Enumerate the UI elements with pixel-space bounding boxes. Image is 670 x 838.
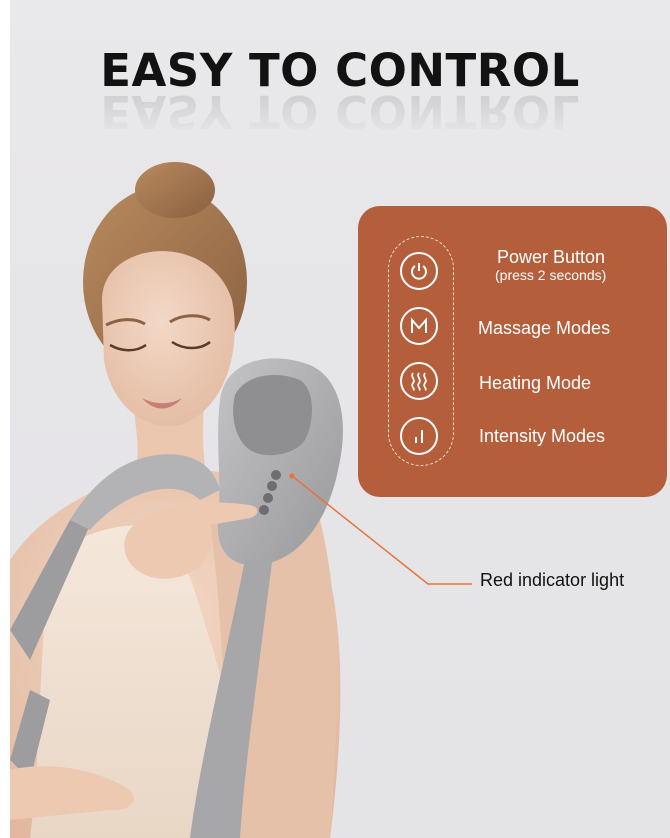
heat-waves-icon [400,362,438,400]
power-icon [400,252,438,290]
massage-mode-m-icon [400,307,438,345]
intensity-bars-icon [400,417,438,455]
control-label-massage: Massage Modes [478,318,611,338]
product-image: EASY TO CONTROL EASY TO CONTROL Power Bu… [10,0,670,838]
callout-red-indicator-light: Red indicator light [480,570,625,590]
controls-panel: Power Button (press 2 seconds) Massage M… [358,206,667,497]
control-sublabel-power: (press 2 seconds) [495,267,607,283]
control-label-heating: Heating Mode [479,373,592,393]
control-label-intensity: Intensity Modes [479,426,606,446]
control-label-power: Power Button [497,247,606,267]
